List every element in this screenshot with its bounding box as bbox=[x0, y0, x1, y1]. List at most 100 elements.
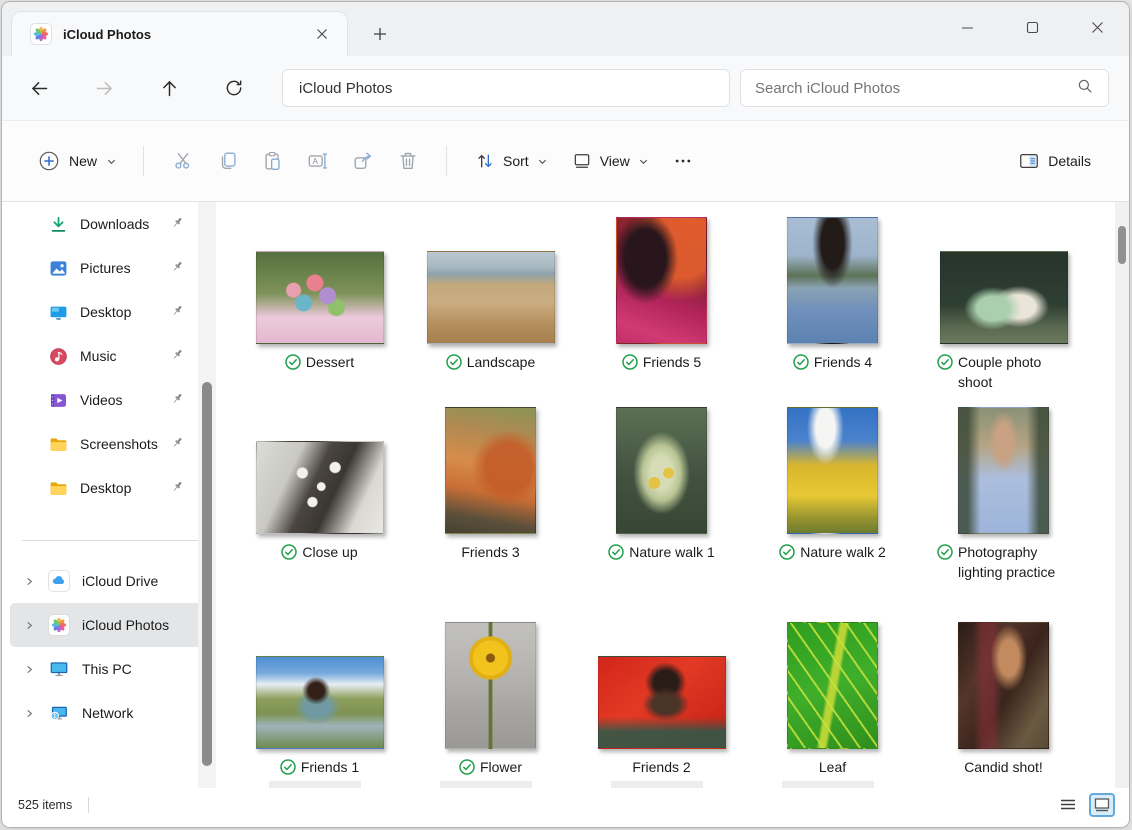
details-view-icon[interactable] bbox=[1055, 793, 1081, 817]
photo-label: Landscape bbox=[467, 353, 536, 373]
thumbnail-view-icon[interactable] bbox=[1089, 793, 1115, 817]
chevron-right-icon[interactable] bbox=[24, 663, 36, 675]
photo-item[interactable]: Leaf bbox=[747, 621, 918, 788]
paste-icon[interactable] bbox=[250, 141, 295, 181]
sort-button[interactable]: Sort bbox=[463, 143, 560, 179]
photo-thumbnail[interactable] bbox=[256, 441, 384, 534]
sync-ok-icon bbox=[779, 544, 795, 560]
chevron-right-icon[interactable] bbox=[24, 619, 36, 631]
photo-thumbnail[interactable] bbox=[256, 251, 384, 344]
sidebar-scrollbar-thumb[interactable] bbox=[202, 382, 212, 766]
photo-item[interactable]: Landscape bbox=[405, 216, 576, 406]
photo-thumbnail[interactable] bbox=[787, 217, 878, 344]
photo-thumbnail[interactable] bbox=[427, 251, 555, 344]
forward-icon[interactable] bbox=[87, 71, 121, 105]
toolbar-divider bbox=[143, 146, 144, 176]
photo-thumbnail[interactable] bbox=[787, 407, 878, 534]
delete-icon[interactable] bbox=[385, 141, 430, 181]
tab-close-icon[interactable] bbox=[309, 21, 335, 47]
back-icon[interactable] bbox=[22, 71, 56, 105]
photo-item[interactable]: Nature walk 1 bbox=[576, 406, 747, 621]
sidebar-item-screenshots[interactable]: Screenshots bbox=[2, 422, 220, 466]
view-icon bbox=[572, 151, 592, 171]
sidebar-item-downloads[interactable]: Downloads bbox=[2, 202, 220, 246]
photo-thumbnail[interactable] bbox=[616, 217, 707, 344]
videos-icon bbox=[48, 390, 68, 410]
photo-thumbnail[interactable] bbox=[445, 407, 536, 534]
more-options-icon[interactable] bbox=[661, 141, 706, 181]
up-icon[interactable] bbox=[152, 71, 186, 105]
sidebar-item-desktop[interactable]: Desktop bbox=[2, 290, 220, 334]
item-count: 525 items bbox=[18, 798, 72, 812]
cut-icon[interactable] bbox=[160, 141, 205, 181]
this-pc-icon bbox=[48, 658, 70, 680]
photo-thumbnail[interactable] bbox=[940, 251, 1068, 344]
tab-title: iCloud Photos bbox=[63, 27, 309, 42]
photo-item[interactable]: Couple photo shoot bbox=[918, 216, 1089, 406]
minimize-icon[interactable] bbox=[945, 8, 989, 46]
address-bar[interactable]: iCloud Photos bbox=[282, 69, 730, 107]
photo-item[interactable]: Friends 3 bbox=[405, 406, 576, 621]
photo-thumbnail[interactable] bbox=[256, 656, 384, 749]
new-tab-button[interactable] bbox=[364, 20, 396, 48]
photo-thumbnail[interactable] bbox=[616, 407, 707, 534]
photo-thumbnail[interactable] bbox=[958, 622, 1049, 749]
window-close-icon[interactable] bbox=[1075, 8, 1119, 46]
sidebar-item-desktop-folder[interactable]: Desktop bbox=[2, 466, 220, 510]
sidebar-item-music[interactable]: Music bbox=[2, 334, 220, 378]
pin-icon bbox=[171, 392, 184, 410]
photo-label: Flower bbox=[480, 758, 522, 778]
photo-item[interactable]: Dessert bbox=[234, 216, 405, 406]
share-icon[interactable] bbox=[340, 141, 385, 181]
view-label: View bbox=[600, 153, 630, 169]
sync-ok-icon bbox=[937, 544, 953, 560]
rename-icon[interactable]: A bbox=[295, 141, 340, 181]
svg-text:A: A bbox=[312, 157, 318, 166]
photo-thumbnail[interactable] bbox=[445, 622, 536, 749]
photo-label: Friends 2 bbox=[632, 758, 690, 778]
chevron-right-icon[interactable] bbox=[24, 575, 36, 587]
photo-thumbnail[interactable] bbox=[787, 622, 878, 749]
icloud-photos-flower-icon bbox=[30, 23, 52, 45]
sync-ok-icon bbox=[937, 354, 953, 370]
sync-ok-icon bbox=[793, 354, 809, 370]
photo-item[interactable]: Friends 1 bbox=[234, 621, 405, 788]
sidebar-scrollbar[interactable] bbox=[198, 202, 216, 788]
photo-item[interactable]: Friends 5 bbox=[576, 216, 747, 406]
photo-item[interactable]: Friends 4 bbox=[747, 216, 918, 406]
explorer-body: Downloads Pictures Desktop bbox=[2, 202, 1129, 788]
refresh-icon[interactable] bbox=[217, 71, 251, 105]
photo-item[interactable]: Candid shot! bbox=[918, 621, 1089, 788]
photo-thumbnail[interactable] bbox=[598, 656, 726, 749]
content-scrollbar-thumb[interactable] bbox=[1118, 226, 1126, 264]
photo-thumbnail[interactable] bbox=[958, 407, 1049, 534]
desktop-monitor-icon bbox=[48, 302, 68, 322]
photo-item[interactable]: Photography lighting practice bbox=[918, 406, 1089, 621]
sidebar-item-icloud-photos[interactable]: iCloud Photos bbox=[10, 603, 206, 647]
sidebar-item-videos[interactable]: Videos bbox=[2, 378, 220, 422]
sync-ok-icon bbox=[281, 544, 297, 560]
maximize-icon[interactable] bbox=[1010, 8, 1054, 46]
sidebar-item-this-pc[interactable]: This PC bbox=[10, 647, 206, 691]
content-scrollbar[interactable] bbox=[1115, 202, 1129, 788]
search-box[interactable] bbox=[740, 69, 1109, 107]
photo-item[interactable]: Nature walk 2 bbox=[747, 406, 918, 621]
status-bar: 525 items bbox=[2, 788, 1129, 828]
sidebar-item-network[interactable]: Network bbox=[10, 691, 206, 735]
sidebar-item-icloud-drive[interactable]: iCloud Drive bbox=[10, 559, 206, 603]
icloud-drive-icon bbox=[48, 570, 70, 592]
chevron-right-icon[interactable] bbox=[24, 707, 36, 719]
photo-item[interactable]: Close up bbox=[234, 406, 405, 621]
copy-icon[interactable] bbox=[205, 141, 250, 181]
photo-label: Close up bbox=[302, 543, 357, 563]
photo-item[interactable]: Friends 2 bbox=[576, 621, 747, 788]
search-icon[interactable] bbox=[1076, 77, 1094, 100]
new-button[interactable]: New bbox=[28, 142, 127, 180]
photo-item[interactable]: Flower bbox=[405, 621, 576, 788]
view-button[interactable]: View bbox=[560, 143, 661, 179]
sidebar-item-pictures[interactable]: Pictures bbox=[2, 246, 220, 290]
tab-icloud-photos[interactable]: iCloud Photos bbox=[11, 11, 348, 56]
search-input[interactable] bbox=[755, 80, 1076, 97]
details-button[interactable]: Details bbox=[1006, 142, 1103, 180]
window-controls bbox=[945, 8, 1119, 46]
